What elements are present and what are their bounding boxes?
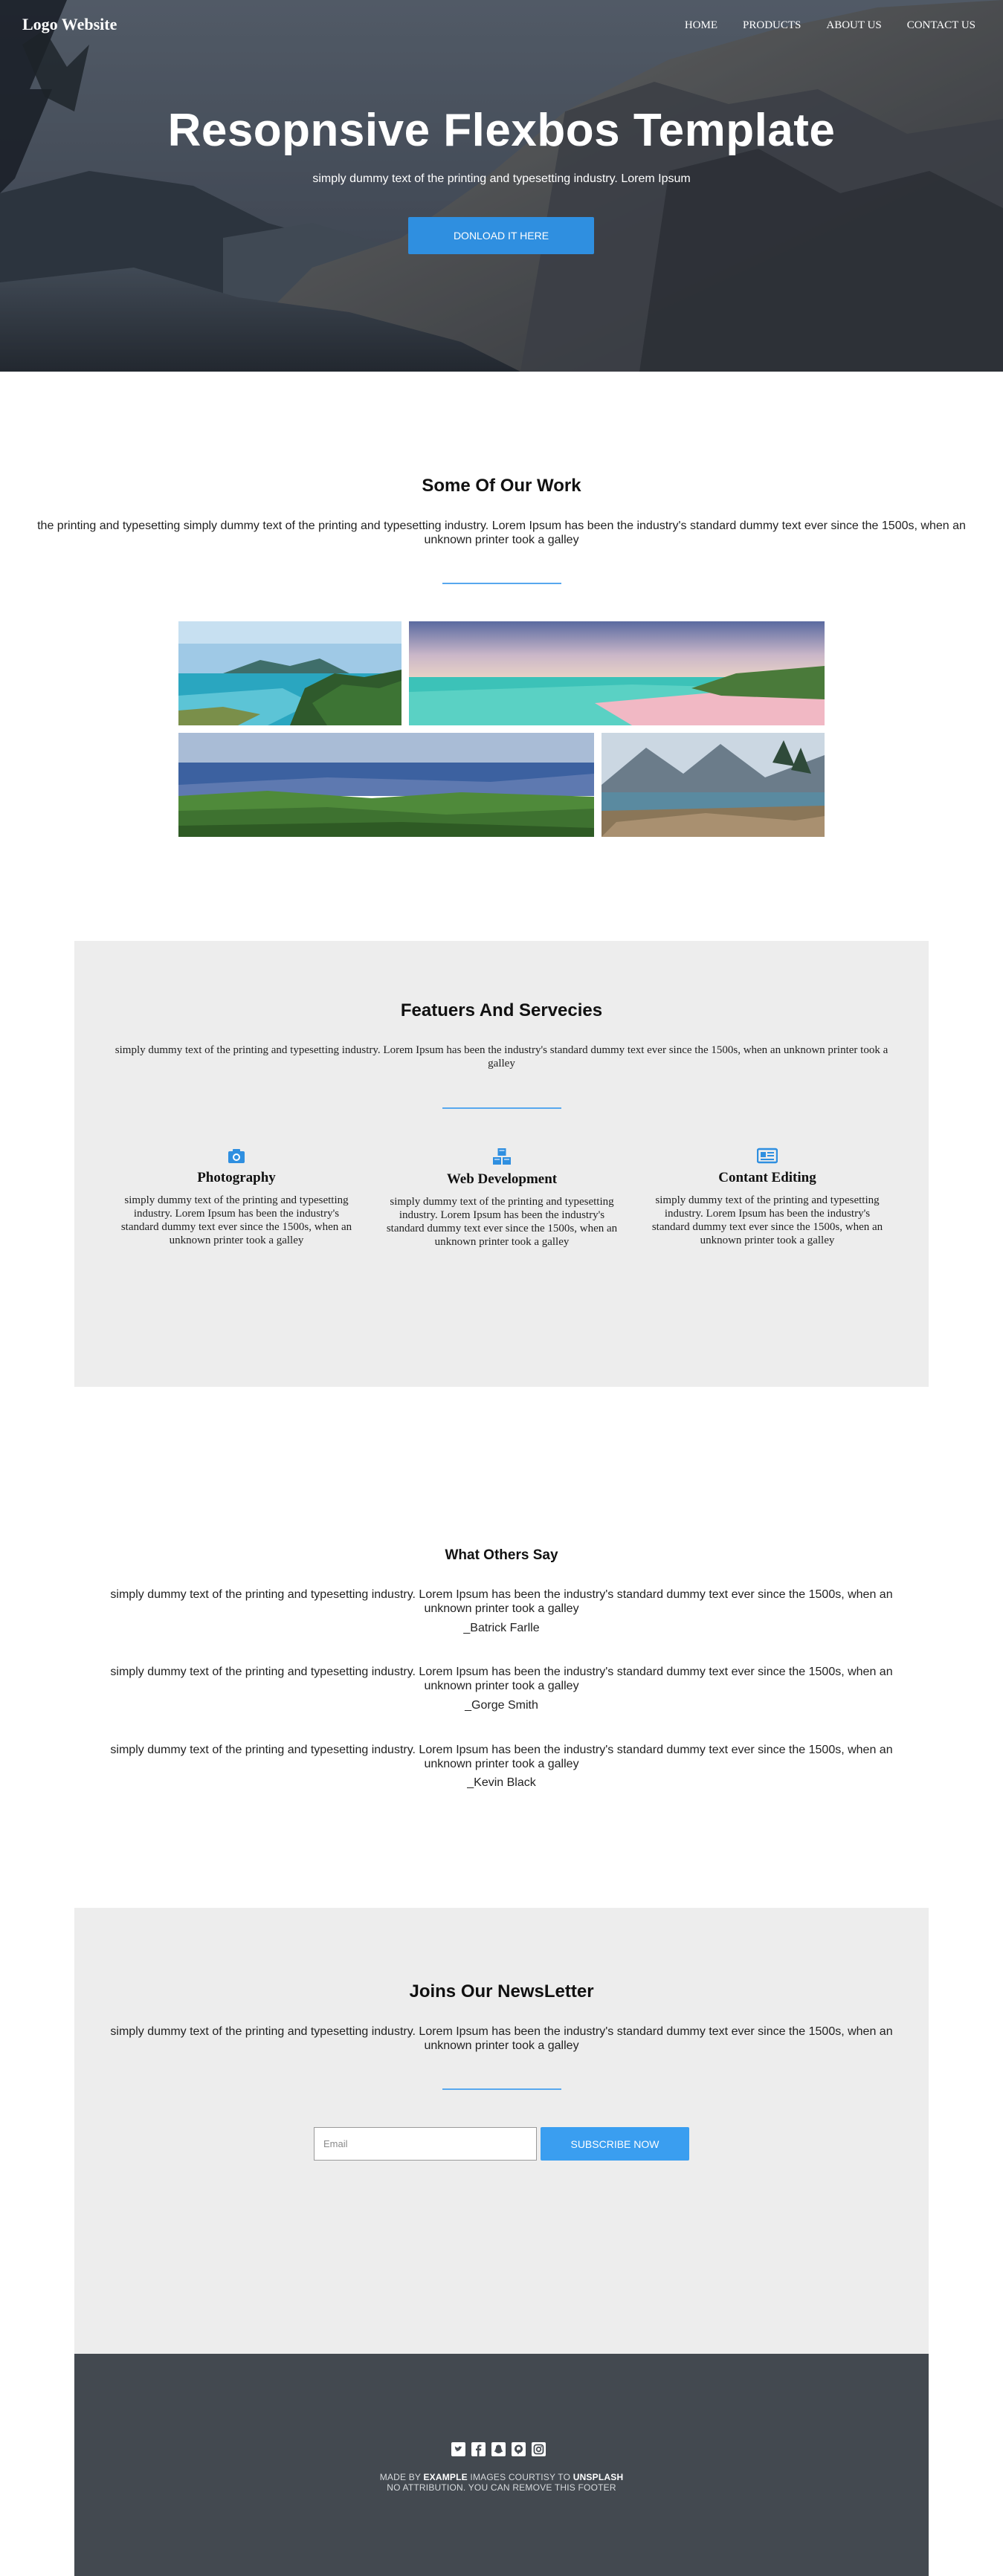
work-image-coastal-hills[interactable] xyxy=(178,733,594,837)
snapchat-icon[interactable] xyxy=(491,2442,506,2456)
testimonial-quote-2: simply dummy text of the printing and ty… xyxy=(110,1666,893,1692)
mountain-lake-photo xyxy=(602,733,825,837)
facebook-icon[interactable] xyxy=(471,2442,486,2456)
twitter-icon[interactable] xyxy=(451,2442,465,2456)
feature-content-editing: Contant Editing simply dummy text of the… xyxy=(645,1148,890,1247)
made-by-brand-link[interactable]: EXAMPLE xyxy=(423,2472,467,2482)
social-links xyxy=(451,2442,546,2456)
main-nav: HOME PRODUCTS ABOUT US CONTACT US xyxy=(672,19,988,32)
footer xyxy=(74,2354,929,2576)
site-logo[interactable]: Logo Website xyxy=(22,15,117,34)
testimonials-title: What Others Say xyxy=(445,1547,558,1563)
feature-text: simply dummy text of the printing and ty… xyxy=(651,1194,883,1246)
instagram-icon[interactable] xyxy=(532,2442,546,2456)
newsletter-divider xyxy=(442,2088,561,2090)
nav-products[interactable]: PRODUCTS xyxy=(730,19,813,32)
newsletter-title: Joins Our NewsLetter xyxy=(409,1981,594,2001)
made-by-prefix: MADE BY xyxy=(379,2472,421,2482)
feature-name: Contant Editing xyxy=(718,1170,816,1185)
hero-section: Logo Website HOME PRODUCTS ABOUT US CONT… xyxy=(0,0,1003,372)
hero-title: Resopnsive Flexbos Template xyxy=(167,105,836,156)
subscribe-button[interactable]: SUBSCRIBE NOW xyxy=(541,2127,689,2161)
nav-about-us[interactable]: ABOUT US xyxy=(813,19,894,32)
testimonial-author-1: _Batrick Farlle xyxy=(463,1622,540,1634)
images-courtesy: IMAGES COURTISY TO xyxy=(470,2472,571,2482)
features-description: simply dummy text of the printing and ty… xyxy=(115,1044,888,1069)
work-description: the printing and typesetting simply dumm… xyxy=(37,520,966,546)
hero-subtitle: simply dummy text of the printing and ty… xyxy=(312,172,691,185)
features-title: Featuers And Servecies xyxy=(400,1000,603,1020)
feature-web-development: Web Development simply dummy text of the… xyxy=(379,1148,625,1249)
testimonial-author-3: _Kevin Black xyxy=(467,1776,536,1789)
feature-photography: Photography simply dummy text of the pri… xyxy=(114,1148,359,1247)
testimonial-quote-3: simply dummy text of the printing and ty… xyxy=(110,1744,893,1770)
work-image-mountain-lake[interactable] xyxy=(602,733,825,837)
feature-text: simply dummy text of the printing and ty… xyxy=(386,1196,618,1248)
footer-credits: MADE BY EXAMPLE IMAGES COURTISY TO UNSPL… xyxy=(0,2472,1003,2482)
newsletter-description: simply dummy text of the printing and ty… xyxy=(110,2025,893,2052)
feature-name: Web Development xyxy=(446,1171,558,1187)
hero-overlay xyxy=(0,0,1003,372)
newspaper-icon xyxy=(757,1148,778,1164)
email-input[interactable] xyxy=(314,2127,537,2161)
testimonial-quote-1: simply dummy text of the printing and ty… xyxy=(110,1588,893,1615)
tropical-island-photo xyxy=(178,621,401,725)
page: Logo Website HOME PRODUCTS ABOUT US CONT… xyxy=(0,0,1003,2576)
feature-text: simply dummy text of the printing and ty… xyxy=(120,1194,352,1246)
footer-attribution: NO ATTRIBUTION. YOU CAN REMOVE THIS FOOT… xyxy=(387,2482,616,2493)
coastal-hills-photo xyxy=(178,733,594,837)
features-divider xyxy=(442,1107,561,1109)
work-image-tropical-island[interactable] xyxy=(178,621,401,725)
work-title: Some Of Our Work xyxy=(422,476,581,496)
pink-beach-photo xyxy=(409,621,825,725)
nav-home[interactable]: HOME xyxy=(672,19,730,32)
pinterest-icon[interactable] xyxy=(512,2442,526,2456)
feature-name: Photography xyxy=(197,1170,276,1185)
camera-icon xyxy=(228,1149,245,1163)
testimonial-author-2: _Gorge Smith xyxy=(465,1699,538,1712)
download-button[interactable]: DONLOAD IT HERE xyxy=(408,217,594,254)
work-image-pink-beach[interactable] xyxy=(409,621,825,725)
cubes-icon xyxy=(493,1148,511,1165)
nav-contact-us[interactable]: CONTACT US xyxy=(894,19,988,32)
work-divider xyxy=(442,583,561,584)
images-source-link[interactable]: UNSPLASH xyxy=(573,2472,624,2482)
